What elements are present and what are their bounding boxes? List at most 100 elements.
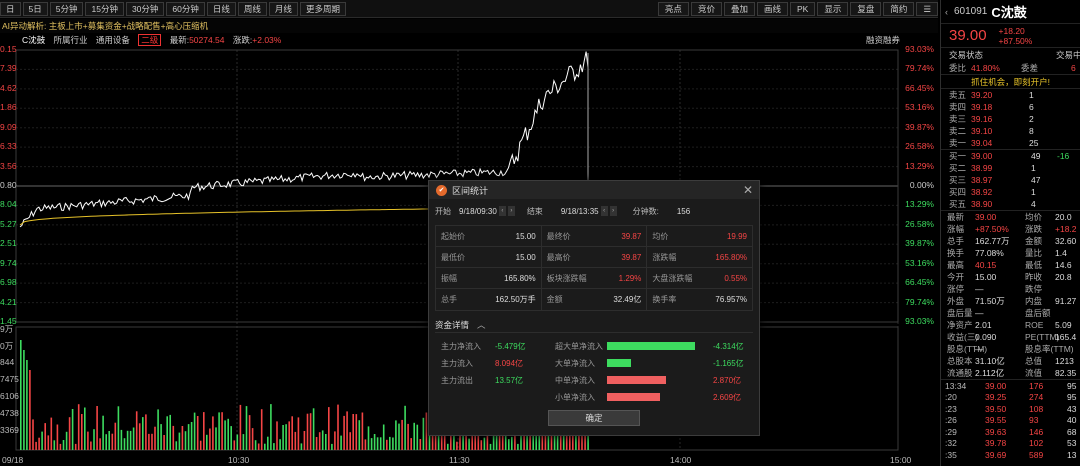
bid-row[interactable]: 买四 38.92 1	[941, 186, 1080, 198]
period-tab-9[interactable]: 更多周期	[299, 1, 346, 16]
weicha-label: 委差	[1021, 63, 1039, 73]
period-tab-8[interactable]: 月线	[268, 1, 298, 16]
quote-change-block: +18.20 +87.50%	[999, 26, 1033, 46]
close-icon[interactable]: ✕	[743, 183, 753, 197]
tick-time: :23	[945, 403, 957, 414]
period-tab-6[interactable]: 日线	[206, 1, 236, 16]
volume-bar	[172, 425, 175, 450]
toolbar-button-7[interactable]: 简约	[883, 2, 915, 16]
tick-row: :35 39.69 589 13	[941, 449, 1080, 461]
ai-analysis-bar[interactable]: AI异动解析: 主板上市+募集资金+战略配售+高心压缩机	[0, 19, 938, 33]
tick-extra: 95	[1067, 380, 1077, 391]
fund-detail-header[interactable]: 资金详情 ︿	[435, 317, 753, 333]
toolbar-button-6[interactable]: 复盘	[850, 2, 882, 16]
margin-trading-label[interactable]: 融资融券	[866, 33, 900, 47]
bid-price: 38.90	[971, 199, 993, 209]
volume-bar	[206, 434, 208, 450]
stats-value: 19.99	[726, 231, 748, 241]
period-tab-2[interactable]: 5分钟	[49, 1, 84, 16]
stats-key: 均价	[652, 231, 669, 241]
bid-label: 买五	[949, 199, 967, 209]
quote-value: 162.77万	[975, 236, 1010, 246]
volume-bar	[264, 443, 266, 450]
ask-qty: 1	[1029, 90, 1034, 100]
ask-row[interactable]: 卖五 39.20 1	[941, 89, 1080, 101]
y-tick-left: 4.21	[0, 296, 17, 307]
period-tab-4[interactable]: 30分钟	[125, 1, 165, 16]
chevron-up-icon[interactable]: ︿	[477, 319, 486, 331]
tick-price: 39.25	[985, 392, 1007, 403]
y-tick-left: 6.33	[0, 141, 17, 152]
toolbar-button-0[interactable]: 亮点	[657, 2, 689, 16]
end-next-icon[interactable]: ›	[609, 206, 617, 216]
bid-qty: 1	[1031, 163, 1036, 173]
ask-price: 39.18	[971, 102, 993, 112]
period-tab-5[interactable]: 60分钟	[166, 1, 205, 16]
volume-bar	[26, 360, 28, 450]
volume-bar	[410, 438, 412, 450]
volume-bar	[318, 432, 321, 450]
volume-bar	[154, 426, 156, 450]
end-prev-icon[interactable]: ‹	[600, 206, 608, 216]
period-tab-3[interactable]: 15分钟	[85, 1, 124, 16]
quote-label: 金额	[1025, 236, 1043, 246]
end-time-input[interactable]: 9/18/13:35	[561, 207, 599, 216]
bid-row[interactable]: 买一 39.00 49 -16	[941, 150, 1080, 162]
stats-cell: 起始价 15.00	[436, 226, 542, 246]
volume-bar	[209, 428, 211, 450]
latest-value: 50274.54	[189, 35, 225, 45]
tick-extra: 95	[1067, 392, 1077, 403]
x-tick: 15:00	[890, 455, 912, 465]
period-tab-7[interactable]: 周线	[237, 1, 267, 16]
order-flow-bar	[607, 342, 695, 350]
bid-row[interactable]: 买二 38.99 1	[941, 162, 1080, 174]
bid-row[interactable]: 买五 38.90 4	[941, 198, 1080, 210]
ask-row[interactable]: 卖一 39.04 25	[941, 137, 1080, 149]
ask-label: 卖四	[949, 102, 967, 112]
open-account-ad[interactable]: 抓住机会，即刻开户!	[941, 75, 1080, 89]
quote-value: 20.8	[1055, 272, 1072, 282]
volume-bar	[517, 443, 519, 450]
start-next-icon[interactable]: ›	[507, 206, 515, 216]
ask-row[interactable]: 卖四 39.18 6	[941, 101, 1080, 113]
quote-row: 总股本 31.10亿 总值 1213	[941, 355, 1080, 367]
toolbar-button-3[interactable]: 画线	[756, 2, 788, 16]
main-flow-label: 主力净流入	[441, 342, 481, 351]
ask-label: 卖二	[949, 126, 967, 136]
sector-label[interactable]: 通用设备	[96, 35, 130, 45]
quote-value: +87.50%	[975, 224, 1009, 234]
volume-bar	[389, 436, 391, 450]
volume-bar	[108, 431, 110, 450]
menu-icon[interactable]: ☰	[916, 2, 938, 16]
ask-label: 卖三	[949, 114, 967, 124]
period-tab-0[interactable]: 日	[0, 1, 21, 16]
volume-bar	[321, 430, 324, 450]
y-tick-right: 13.29%	[905, 160, 934, 171]
trade-status-label[interactable]: 交易状态	[949, 49, 983, 61]
toolbar-button-4[interactable]: PK	[789, 2, 816, 16]
toolbar-button-5[interactable]: 显示	[817, 2, 849, 16]
ask-row[interactable]: 卖三 39.16 2	[941, 113, 1080, 125]
quote-row: 收益(三) 0.090 PE(TTM) 165.4	[941, 331, 1080, 343]
ok-button[interactable]: 确定	[548, 410, 640, 426]
order-flow-value: -4.314亿	[713, 342, 744, 351]
y-tick-right: 26.58%	[905, 218, 934, 229]
start-time-input[interactable]: 9/18/09:30	[459, 207, 497, 216]
period-tab-1[interactable]: 5日	[22, 1, 48, 16]
change-value: +2.03%	[252, 35, 282, 45]
quote-label: 总值	[1025, 356, 1043, 366]
level-badge[interactable]: 二级	[138, 34, 162, 46]
stats-key: 板块涨跌幅	[546, 273, 587, 283]
bid-row[interactable]: 买三 38.97 47	[941, 174, 1080, 186]
ask-row[interactable]: 卖二 39.10 8	[941, 125, 1080, 137]
toolbar-button-2[interactable]: 叠加	[723, 2, 755, 16]
volume-bar	[276, 421, 278, 450]
quote-label: 收益(三)	[947, 332, 979, 342]
toolbar-button-1[interactable]: 竞价	[690, 2, 722, 16]
tick-volume: 93	[1029, 415, 1039, 426]
quote-value: 71.50万	[975, 296, 1005, 306]
prev-stock-icon[interactable]: ‹	[945, 7, 948, 17]
start-prev-icon[interactable]: ‹	[498, 206, 506, 216]
volume-bar	[96, 406, 98, 450]
volume-bar	[468, 438, 470, 450]
